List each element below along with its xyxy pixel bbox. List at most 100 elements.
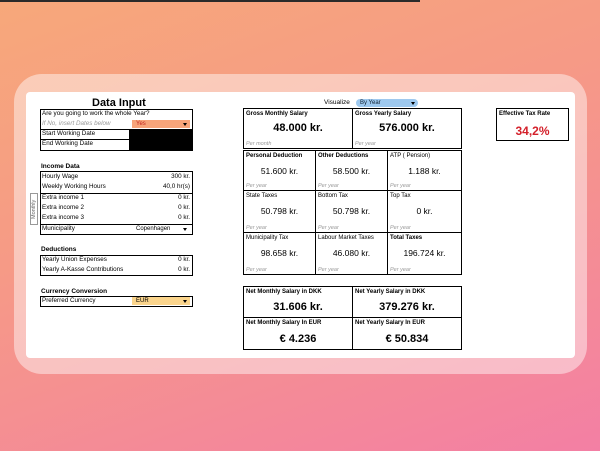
atp-pension-box: ATP ( Pension) 1.188 kr. Per year: [387, 150, 462, 191]
visualize-dropdown[interactable]: By Year: [356, 99, 418, 107]
personal-deduction-box: Personal Deduction 51.600 kr. Per year: [243, 150, 316, 191]
personal-deduction-value: 51.600 kr.: [260, 166, 299, 176]
union-expenses-row[interactable]: Yearly Union Expenses 0 kr.: [40, 255, 193, 265]
bottom-tax-label: Bottom Tax: [318, 193, 348, 199]
deductions-block: Yearly Union Expenses 0 kr. Yearly A-Kas…: [40, 255, 193, 276]
net-yearly-dkk-label: Net Yearly Salary in DKK: [355, 289, 426, 295]
preferred-currency-row: Preferred Currency EUR: [40, 296, 193, 306]
data-input-block: Are you going to work the whole Year? If…: [40, 109, 193, 151]
state-taxes-box: State Taxes 50.798 kr. Per year: [243, 190, 316, 233]
monthly-side-label: Monthly: [30, 193, 38, 225]
gross-monthly-label: Gross Monthly Salary: [246, 111, 308, 117]
net-monthly-eur-value: € 4.236: [279, 333, 317, 345]
extra-income-2-value: 0 kr.: [178, 204, 190, 211]
top-tax-label: Top Tax: [390, 193, 411, 199]
preferred-currency-label: Preferred Currency: [42, 297, 96, 304]
net-monthly-eur-label: Net Monthly Salary In EUR: [246, 320, 322, 326]
currency-block: Preferred Currency EUR: [40, 296, 193, 307]
whole-year-value: Yes: [136, 121, 146, 127]
gross-yearly-value: 576.000 kr.: [379, 122, 435, 134]
labour-market-taxes-note: Per year: [318, 267, 339, 273]
if-no-row: If No, insert Dates below Yes: [40, 119, 193, 129]
currency-title: Currency Conversion: [41, 288, 108, 295]
chevron-down-icon: [183, 228, 187, 231]
municipality-tax-box: Municipality Tax 98.658 kr. Per year: [243, 232, 316, 275]
visualize-label: Visualize: [324, 99, 350, 106]
municipality-row: Municipality Copenhagen: [40, 224, 193, 234]
net-monthly-dkk-value: 31.606 kr.: [273, 301, 323, 313]
atp-pension-note: Per year: [390, 183, 411, 189]
bottom-tax-note: Per year: [318, 225, 339, 231]
start-date-label: Start Working Date: [42, 130, 96, 137]
gross-yearly-label: Gross Yearly Salary: [355, 111, 412, 117]
net-yearly-eur-box: Net Yearly Salary In EUR € 50.834: [352, 317, 462, 350]
net-yearly-dkk-box: Net Yearly Salary in DKK 379.276 kr.: [352, 286, 462, 318]
gross-monthly-value: 48.000 kr.: [273, 122, 323, 134]
visualize-value: By Year: [360, 100, 381, 106]
municipality-value: Copenhagen: [136, 226, 171, 232]
end-date-row: End Working Date: [40, 139, 193, 149]
spreadsheet-sheet: Data Input Are you going to work the who…: [26, 92, 575, 358]
akasse-row[interactable]: Yearly A-Kasse Contributions 0 kr.: [40, 265, 193, 275]
extra-income-1-row[interactable]: Extra income 1 0 kr.: [40, 193, 193, 203]
bottom-tax-box: Bottom Tax 50.798 kr. Per year: [315, 190, 388, 233]
net-yearly-eur-label: Net Yearly Salary In EUR: [355, 320, 425, 326]
net-monthly-dkk-label: Net Monthly Salary in DKK: [246, 289, 322, 295]
gross-monthly-box: Gross Monthly Salary 48.000 kr. Per mont…: [243, 108, 353, 149]
deductions-title: Deductions: [41, 246, 77, 253]
question-row: Are you going to work the whole Year?: [40, 109, 193, 119]
union-expenses-label: Yearly Union Expenses: [42, 256, 107, 263]
whole-year-dropdown[interactable]: Yes: [132, 120, 190, 128]
labour-market-taxes-box: Labour Market Taxes 46.080 kr. Per year: [315, 232, 388, 275]
gross-monthly-note: Per month: [246, 141, 272, 147]
municipality-tax-note: Per year: [246, 267, 267, 273]
chevron-down-icon: [183, 300, 187, 303]
income-block: Hourly Wage 300 kr. Weekly Working Hours…: [40, 171, 193, 235]
net-yearly-eur-value: € 50.834: [385, 333, 429, 345]
extra-income-3-row[interactable]: Extra income 3 0 kr.: [40, 213, 193, 223]
municipality-dropdown[interactable]: Copenhagen: [132, 225, 190, 233]
top-bar: [0, 0, 420, 2]
personal-deduction-note: Per year: [246, 183, 267, 189]
hourly-wage-label: Hourly Wage: [42, 173, 79, 180]
income-data-title: Income Data: [41, 163, 80, 170]
extra-income-3-label: Extra income 3: [42, 214, 84, 221]
akasse-label: Yearly A-Kasse Contributions: [42, 266, 124, 273]
question-label: Are you going to work the whole Year?: [42, 110, 150, 117]
total-taxes-note: Per year: [390, 267, 411, 273]
municipality-label: Municipality: [42, 225, 75, 232]
total-taxes-value: 196.724 kr.: [403, 248, 446, 258]
currency-dropdown[interactable]: EUR: [132, 297, 190, 305]
weekly-hours-row[interactable]: Weekly Working Hours 40,0 hr(s): [40, 182, 193, 192]
weekly-hours-value: 40,0 hr(s): [163, 183, 190, 190]
top-tax-value: 0 kr.: [416, 206, 433, 216]
atp-pension-label: ATP ( Pension): [390, 153, 431, 159]
extra-income-2-row[interactable]: Extra income 2 0 kr.: [40, 203, 193, 213]
total-taxes-box: Total Taxes 196.724 kr. Per year: [387, 232, 462, 275]
top-tax-note: Per year: [390, 225, 411, 231]
labour-market-taxes-value: 46.080 kr.: [332, 248, 371, 258]
state-taxes-label: State Taxes: [246, 193, 278, 199]
hourly-wage-row[interactable]: Hourly Wage 300 kr.: [40, 172, 193, 182]
effective-tax-box: Effective Tax Rate 34,2%: [496, 108, 569, 141]
effective-tax-label: Effective Tax Rate: [499, 111, 551, 117]
hourly-wage-value: 300 kr.: [171, 173, 190, 180]
extra-income-2-label: Extra income 2: [42, 204, 84, 211]
net-monthly-eur-box: Net Monthly Salary In EUR € 4.236: [243, 317, 353, 350]
total-taxes-label: Total Taxes: [390, 235, 423, 241]
weekly-hours-label: Weekly Working Hours: [42, 183, 106, 190]
municipality-tax-value: 98.658 kr.: [260, 248, 299, 258]
state-taxes-value: 50.798 kr.: [260, 206, 299, 216]
other-deductions-box: Other Deductions 58.500 kr. Per year: [315, 150, 388, 191]
other-deductions-label: Other Deductions: [318, 153, 369, 159]
labour-market-taxes-label: Labour Market Taxes: [318, 235, 374, 241]
extra-income-3-value: 0 kr.: [178, 214, 190, 221]
chevron-down-icon: [183, 123, 187, 126]
extra-income-1-value: 0 kr.: [178, 194, 190, 201]
municipality-tax-label: Municipality Tax: [246, 235, 289, 241]
start-date-row: Start Working Date: [40, 129, 193, 150]
extra-income-1-label: Extra income 1: [42, 194, 84, 201]
net-monthly-dkk-box: Net Monthly Salary in DKK 31.606 kr.: [243, 286, 353, 318]
effective-tax-value: 34,2%: [515, 124, 550, 138]
akasse-value: 0 kr.: [178, 266, 190, 273]
